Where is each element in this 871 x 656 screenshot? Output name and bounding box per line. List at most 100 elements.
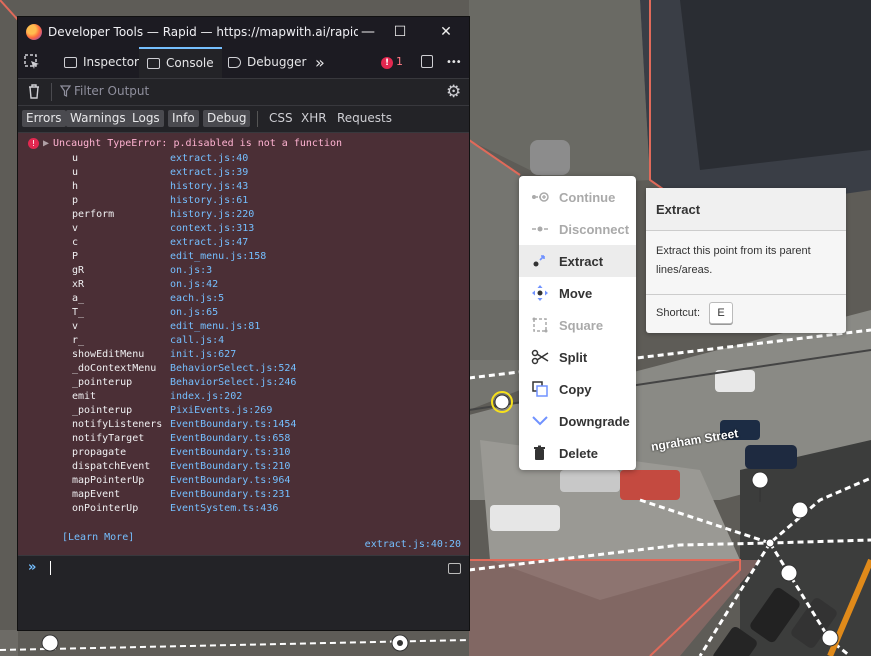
menu-item-copy[interactable]: Copy <box>519 373 636 405</box>
console-icon <box>147 58 160 69</box>
stack-frame: a_ each.js:5 <box>72 292 224 306</box>
stack-location-link[interactable]: on.js:65 <box>170 307 218 318</box>
stack-location-link[interactable]: each.js:5 <box>170 293 224 304</box>
stack-frame: xR on.js:42 <box>72 278 218 292</box>
stack-function-name: a_ <box>72 293 85 304</box>
stack-location-link[interactable]: context.js:313 <box>170 223 254 234</box>
divider <box>51 83 52 101</box>
stack-location-link[interactable]: index.js:202 <box>170 391 242 402</box>
stack-location-link[interactable]: on.js:3 <box>170 265 212 276</box>
stack-function-name: gR <box>72 265 85 276</box>
error-count-badge[interactable]: ! 1 <box>381 55 403 69</box>
stack-frame: v context.js:313 <box>72 222 254 236</box>
filter-logs[interactable]: Logs <box>128 110 164 127</box>
stack-location-link[interactable]: history.js:220 <box>170 209 254 220</box>
stack-location-link[interactable]: edit_menu.js:158 <box>170 251 266 262</box>
title-bar[interactable]: Developer Tools — Rapid — https://mapwit… <box>18 17 469 47</box>
filter-input[interactable]: Filter Output <box>74 84 149 98</box>
console-input[interactable]: » <box>18 556 469 630</box>
stack-location-link[interactable]: EventBoundary.ts:964 <box>170 475 290 486</box>
stack-function-name: u <box>72 167 79 178</box>
stack-function-name: xR <box>72 279 85 290</box>
more-tabs-button[interactable]: » <box>315 47 325 78</box>
editor-mode-icon[interactable] <box>448 563 461 574</box>
filter-requests[interactable]: Requests <box>333 110 396 127</box>
stack-frame: mapEvent EventBoundary.ts:231 <box>72 488 290 502</box>
stack-function-name: dispatchEvent <box>72 461 151 472</box>
tab-inspector[interactable]: Inspector <box>58 47 145 78</box>
menu-item-move[interactable]: Move <box>519 277 636 309</box>
menu-item-delete[interactable]: Delete <box>519 437 636 469</box>
stack-function-name: _doContextMenu <box>72 363 157 374</box>
devtools-window: Developer Tools — Rapid — https://mapwit… <box>18 17 469 630</box>
stack-frame: Pedit_menu.js:158 <box>72 250 266 264</box>
menu-item-continue[interactable]: Continue <box>519 181 636 213</box>
error-icon: ! <box>381 57 393 69</box>
menu-item-label: Copy <box>559 382 592 397</box>
settings-gear-icon[interactable]: ⚙ <box>446 82 461 102</box>
filter-xhr[interactable]: XHR <box>297 110 331 127</box>
stack-location-link[interactable]: history.js:61 <box>170 195 248 206</box>
stack-location-link[interactable]: on.js:42 <box>170 279 218 290</box>
stack-location-link[interactable]: EventBoundary.ts:310 <box>170 447 290 458</box>
menu-item-downgrade[interactable]: Downgrade <box>519 405 636 437</box>
menu-item-label: Delete <box>559 446 599 461</box>
stack-function-name: mapEvent <box>72 489 121 500</box>
stack-location-link[interactable]: EventBoundary.ts:231 <box>170 489 290 500</box>
stack-frame: _pointerup PixiEvents.js:269 <box>72 404 272 418</box>
stack-location-link[interactable]: call.js:4 <box>170 335 224 346</box>
stack-location-link[interactable]: init.js:627 <box>170 349 236 360</box>
source-location-link[interactable]: extract.js:40:20 <box>365 539 461 550</box>
filter-debug[interactable]: Debug <box>203 110 251 127</box>
stack-function-name: onPointerUp <box>72 503 139 514</box>
split-console-icon[interactable] <box>421 47 433 78</box>
stack-location-link[interactable]: EventBoundary.ts:1454 <box>170 419 296 430</box>
menu-item-split[interactable]: Split <box>519 341 636 373</box>
log-level-filters: Errors Warnings Logs Info Debug CSS XHR … <box>18 106 469 133</box>
square-icon <box>532 317 548 333</box>
stack-frame: mapPointerUp EventBoundary.ts:964 <box>72 474 290 488</box>
stack-location-link[interactable]: history.js:43 <box>170 181 248 192</box>
inspector-icon <box>64 57 77 68</box>
filter-warnings[interactable]: Warnings <box>66 110 130 127</box>
error-icon: ! <box>28 138 39 149</box>
stack-location-link[interactable]: EventSystem.ts:436 <box>170 503 278 514</box>
stack-function-name: _pointerup <box>72 405 133 416</box>
stack-function-name: c <box>72 237 79 248</box>
error-message[interactable]: ! ▶ Uncaught TypeError: p.disabled is not … <box>28 138 342 149</box>
stack-location-link[interactable]: EventBoundary.ts:658 <box>170 433 290 444</box>
close-button[interactable]: ✕ <box>432 21 460 43</box>
stack-location-link[interactable]: BehaviorSelect.js:524 <box>170 363 296 374</box>
maximize-button[interactable]: ☐ <box>386 21 414 43</box>
minimize-button[interactable]: — <box>354 21 382 43</box>
stack-location-link[interactable]: extract.js:47 <box>170 237 248 248</box>
stack-frame: h history.js:43 <box>72 180 248 194</box>
stack-location-link[interactable]: EventBoundary.ts:210 <box>170 461 290 472</box>
filter-info[interactable]: Info <box>168 110 199 127</box>
stack-frame: notifyListeners EventBoundary.ts:1454 <box>72 418 296 432</box>
filter-errors[interactable]: Errors <box>22 110 66 127</box>
stack-frame: perform history.js:220 <box>72 208 254 222</box>
stack-frame: notifyTarget EventBoundary.ts:658 <box>72 432 290 446</box>
learn-more-link[interactable]: [Learn More] <box>62 532 134 543</box>
menu-item-label: Split <box>559 350 588 365</box>
menu-item-square[interactable]: Square <box>519 309 636 341</box>
tab-label: Console <box>166 56 214 70</box>
menu-button[interactable]: ••• <box>446 47 462 78</box>
stack-location-link[interactable]: PixiEvents.js:269 <box>170 405 272 416</box>
stack-location-link[interactable]: edit_menu.js:81 <box>170 321 260 332</box>
element-picker-icon[interactable] <box>24 47 46 78</box>
window-title: Developer Tools — Rapid — https://mapwit… <box>48 25 358 39</box>
tab-debugger[interactable]: Debugger <box>222 47 312 78</box>
filter-css[interactable]: CSS <box>265 110 297 127</box>
stack-location-link[interactable]: extract.js:40 <box>170 153 248 164</box>
menu-item-disconnect[interactable]: Disconnect <box>519 213 636 245</box>
scissors-icon <box>531 349 549 365</box>
stack-location-link[interactable]: extract.js:39 <box>170 167 248 178</box>
stack-function-name: p <box>72 195 79 206</box>
trash-icon[interactable] <box>26 83 42 103</box>
menu-item-extract[interactable]: Extract <box>519 245 636 277</box>
continue-icon <box>532 192 549 202</box>
tab-console[interactable]: Console <box>139 47 222 78</box>
stack-location-link[interactable]: BehaviorSelect.js:246 <box>170 377 296 388</box>
